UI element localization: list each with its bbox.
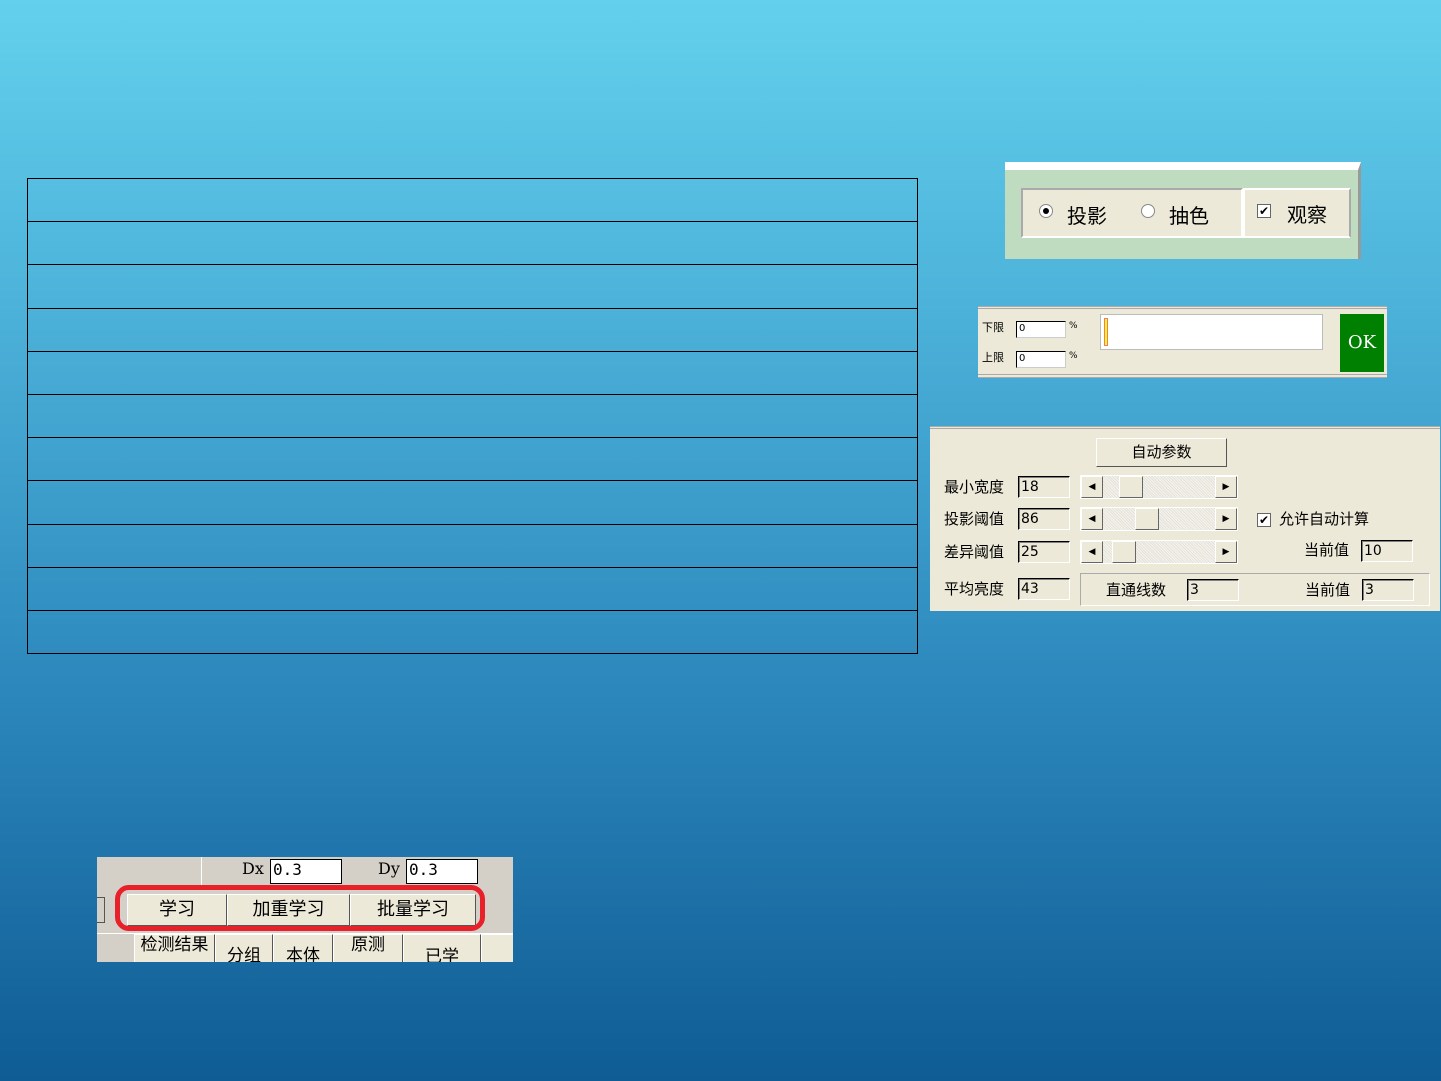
arrow-right-icon[interactable]: ▶ <box>1215 508 1237 530</box>
lines-input[interactable]: 3 <box>1187 579 1239 601</box>
min-width-label: 最小宽度 <box>944 478 1005 496</box>
highlight-outline <box>115 885 485 931</box>
auto-calc-label: 允许自动计算 <box>1279 510 1370 528</box>
upper-label: 上限 <box>982 351 1004 364</box>
column-header: 检测结果 分组 本体 原测 已学 <box>97 933 513 962</box>
lines-group: 直通线数 3 当前值 3 <box>1080 573 1430 606</box>
table-row <box>28 179 917 223</box>
arrow-right-icon[interactable]: ▶ <box>1215 541 1237 563</box>
auto-param-button[interactable]: 自动参数 <box>1096 438 1227 467</box>
percent-label: % <box>1069 321 1078 331</box>
difference-threshold-label: 差异阈值 <box>944 543 1005 561</box>
brightness-input[interactable]: 43 <box>1018 578 1070 600</box>
observe-checkbox[interactable]: ✔ <box>1257 204 1271 218</box>
table-row <box>28 265 917 309</box>
column-body[interactable]: 本体 <box>273 934 333 962</box>
table-row <box>28 395 917 439</box>
projection-threshold-input[interactable]: 86 <box>1018 508 1070 530</box>
dy-label: Dy <box>378 859 400 878</box>
projection-threshold-slider[interactable]: ◀ ▶ <box>1080 507 1238 531</box>
column-detect-result[interactable]: 检测结果 <box>134 934 215 962</box>
arrow-left-icon[interactable]: ◀ <box>1081 541 1103 563</box>
current-value-label: 当前值 <box>1305 581 1351 599</box>
column-original[interactable]: 原测 <box>333 934 403 962</box>
auto-calc-checkbox[interactable]: ✔ <box>1257 513 1271 527</box>
empty-table <box>27 178 918 654</box>
slider-thumb[interactable] <box>1135 508 1159 530</box>
arrow-left-icon[interactable]: ◀ <box>1081 476 1103 498</box>
limit-panel: 下限 0 % 上限 0 % OK <box>978 306 1387 378</box>
arrow-right-icon[interactable]: ▶ <box>1215 476 1237 498</box>
result-display <box>1100 314 1323 350</box>
radio-projection-label: 投影 <box>1067 204 1107 228</box>
current-value-input[interactable]: 3 <box>1362 579 1414 601</box>
column-truncated[interactable] <box>481 934 513 962</box>
difference-threshold-input[interactable]: 25 <box>1018 541 1070 563</box>
learn-panel: Dx 0.3 Dy 0.3 学习 加重学习 批量学习 检测结果 分组 本体 原测… <box>97 857 513 962</box>
table-row <box>28 222 917 266</box>
lower-label: 下限 <box>982 321 1004 334</box>
lines-label: 直通线数 <box>1106 581 1167 599</box>
observe-label: 观察 <box>1287 203 1327 227</box>
table-row <box>28 525 917 568</box>
lower-input[interactable]: 0 <box>1016 321 1066 338</box>
param-panel: 自动参数 最小宽度 18 ◀ ▶ 投影阈值 86 ◀ ▶ ✔ 允许自动计算 差异阈值… <box>930 426 1440 611</box>
table-row <box>28 352 917 395</box>
projection-threshold-label: 投影阈值 <box>944 510 1005 528</box>
mode-panel: 投影 抽色 ✔ 观察 <box>1005 162 1361 259</box>
column-group[interactable]: 分组 <box>215 934 273 962</box>
brightness-label: 平均亮度 <box>944 580 1005 598</box>
dropdown-edge[interactable] <box>97 897 105 923</box>
observe-group: ✔ 观察 <box>1243 188 1351 238</box>
radio-projection[interactable] <box>1039 204 1053 218</box>
arrow-left-icon[interactable]: ◀ <box>1081 508 1103 530</box>
dx-label: Dx <box>242 859 264 878</box>
radio-group: 投影 抽色 <box>1021 188 1243 238</box>
radio-color-label: 抽色 <box>1169 204 1209 228</box>
current-value-label: 当前值 <box>1304 541 1350 559</box>
radio-color[interactable] <box>1141 204 1155 218</box>
table-row <box>28 481 917 525</box>
column-learned[interactable]: 已学 <box>403 934 481 962</box>
dy-input[interactable]: 0.3 <box>406 859 478 884</box>
table-row <box>28 611 917 654</box>
difference-threshold-slider[interactable]: ◀ ▶ <box>1080 540 1238 564</box>
ok-button[interactable]: OK <box>1340 314 1384 372</box>
table-row <box>28 438 917 482</box>
min-width-slider[interactable]: ◀ ▶ <box>1080 475 1238 499</box>
slider-thumb[interactable] <box>1119 476 1143 498</box>
table-row <box>28 568 917 611</box>
table-row <box>28 309 917 352</box>
upper-input[interactable]: 0 <box>1016 351 1066 368</box>
slider-thumb[interactable] <box>1112 541 1136 563</box>
percent-label: % <box>1069 351 1078 361</box>
dx-input[interactable]: 0.3 <box>270 859 342 884</box>
min-width-input[interactable]: 18 <box>1018 476 1070 498</box>
current-value-input[interactable]: 10 <box>1361 540 1413 562</box>
